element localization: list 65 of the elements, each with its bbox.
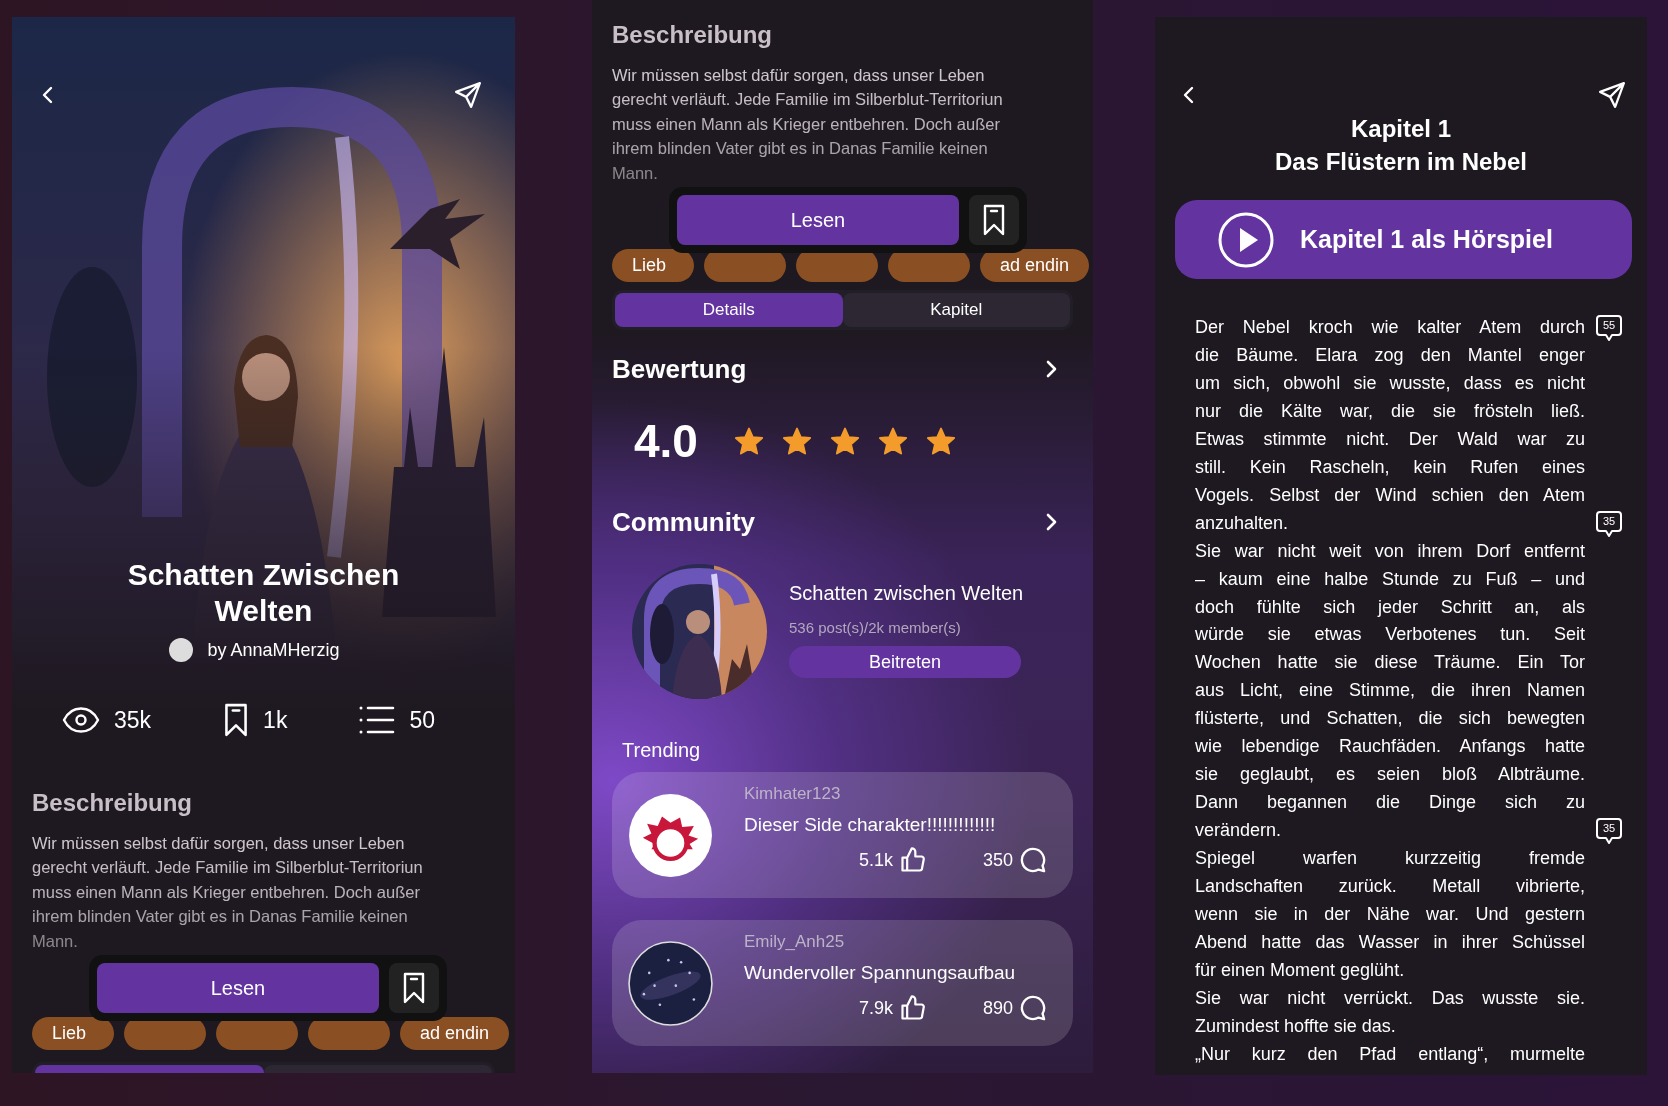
rating-score: 4.0 bbox=[634, 414, 698, 469]
section-heading: Bewertung bbox=[612, 353, 747, 385]
tab[interactable]: Kapitel bbox=[842, 293, 1070, 328]
avatar-icon bbox=[628, 792, 713, 878]
chapter-title: Das Flüstern im Nebel bbox=[1273, 147, 1529, 177]
post-text: Dieser Side charakter!!!!!!!!!!!!! bbox=[744, 814, 997, 837]
post-text: Wundervoller Spannungsaufbau bbox=[744, 962, 1017, 985]
bookmark-icon bbox=[982, 204, 1006, 236]
chapter-paragraph: Spiegel warfen kurzzeitig fremde Landschaften zurück. Metall vibrierte, wenn sie in der Nähe war. Und gestern Abend hatte das Wasser in ihrer Schüssel für einen Moment geglüht. bbox=[1195, 847, 1585, 982]
comment-count-badge[interactable]: 55 bbox=[1596, 315, 1622, 342]
comment-count-badge[interactable]: 35 bbox=[1596, 818, 1622, 846]
comment-icon[interactable] bbox=[1019, 846, 1047, 875]
bookmark-button[interactable] bbox=[969, 195, 1019, 245]
post-username: Emily_Anh25 bbox=[744, 932, 846, 953]
list-icon bbox=[359, 705, 396, 735]
community-stats: 536 post(s)/2k member(s) bbox=[789, 619, 961, 637]
post-card[interactable]: Emily_Anh25 Wundervoller Spannungsaufbau 7.9k 890 bbox=[612, 920, 1073, 1047]
section-heading: Beschreibung bbox=[612, 21, 774, 49]
play-icon bbox=[1218, 211, 1274, 268]
description-text: Wir müssen selbst dafür sorgen, dass unser Leben gerecht verläuft. Jede Familie im Silberblut-Territoriun muss einen Mann als Krieger entbehren. Doch außer ihrem blinden Vater gibt es in Danas Familie keinen Mann. bbox=[612, 65, 1004, 184]
star-icon bbox=[925, 426, 956, 457]
post-username: Kimhater123 bbox=[744, 784, 842, 805]
star-icon bbox=[733, 426, 764, 457]
bookmark-button[interactable] bbox=[389, 963, 439, 1013]
bookmark-icon bbox=[402, 972, 426, 1004]
thumbs-up-icon[interactable] bbox=[898, 994, 927, 1023]
thumbs-up-icon[interactable] bbox=[898, 846, 927, 875]
description-text: Wir müssen selbst dafür sorgen, dass unser Leben gerecht verläuft. Jede Familie im Silberblut-Territoriun muss einen Mann als Krieger entbehren. Doch außer ihrem blinden Vater gibt es in Danas Familie keinen Mann. bbox=[32, 833, 424, 952]
genre-tag: ad endin bbox=[400, 1017, 510, 1051]
section-heading: Beschreibung bbox=[32, 789, 194, 817]
genre-tag: Lieb bbox=[32, 1017, 114, 1051]
section-heading: Trending bbox=[622, 739, 702, 763]
tab[interactable]: Details bbox=[615, 293, 843, 328]
chapter-paragraph: Sie war nicht verrückt. Das wusste sie. Zumindest hoffte sie das. bbox=[1195, 986, 1585, 1038]
comment-count: 890 bbox=[982, 997, 1013, 1019]
like-count: 5.1k bbox=[858, 849, 893, 871]
chapter-paragraph: Sie war nicht weit von ihrem Dorf entfernt – kaum eine halbe Stunde zu Fuß – und doch fühlte sich jeder Schritt an, als würde sie etwas Verbotenes tun. Seit Wochen hatte sie diese Träume. Ein Tor aus Licht, eine Stimme, die ihren Namen flüsterte, und Schatten, die sich bewegten wie lebendige Rauchfäden. Anfangs hatte sie geglaubt, es seien bloß Albträume. Dann begannen die Dinge sich zu verändern. bbox=[1195, 539, 1585, 843]
star-icon bbox=[781, 426, 812, 457]
audio-play-button[interactable]: Kapitel 1 als Hörspiel bbox=[1175, 200, 1632, 279]
stat-count: 1k bbox=[263, 706, 288, 734]
like-count: 7.9k bbox=[858, 997, 893, 1019]
comment-count-badge[interactable]: 35 bbox=[1596, 510, 1622, 538]
author-name: by AnnaMHerzig bbox=[207, 639, 340, 661]
chapter-paragraph: Der Nebel kroch wie kalter Atem durch die Bäume. Elara zog den Mantel enger um sich, obwohl sie wusste, dass es nicht nur die Kälte war, die sie frösteln ließ. Etwas stimmte nicht. Der Wald war zu still. Kein Rascheln, kein Rufen eines Vogels. Selbst der Wind schien den Atem anzuhalten. bbox=[1195, 316, 1585, 535]
share-icon[interactable] bbox=[453, 80, 483, 110]
community-name: Schatten zwischen Welten bbox=[789, 582, 1024, 606]
book-title: Schatten Zwischen Welten bbox=[126, 557, 401, 629]
eye-icon bbox=[62, 706, 100, 734]
stat-count: 35k bbox=[114, 706, 152, 734]
comment-icon[interactable] bbox=[1019, 994, 1047, 1023]
genre-tag: ad endin bbox=[980, 249, 1090, 283]
read-button[interactable]: Lesen bbox=[677, 195, 959, 245]
section-heading: Community bbox=[612, 506, 755, 538]
bookmark-icon bbox=[223, 703, 250, 737]
comment-count: 350 bbox=[982, 849, 1013, 871]
share-icon[interactable] bbox=[1597, 80, 1627, 110]
stat-count: 50 bbox=[409, 706, 435, 734]
join-button[interactable]: Beitreten bbox=[789, 646, 1021, 679]
read-button[interactable]: Lesen bbox=[97, 963, 379, 1013]
star-icon bbox=[877, 426, 908, 457]
chapter-paragraph: „Nur kurz den Pfad entlang“, murmelte bbox=[1195, 1042, 1585, 1066]
star-icon bbox=[829, 426, 860, 457]
post-card[interactable]: Kimhater123 Dieser Side charakter!!!!!!!!!!!!! 5.1k 350 bbox=[612, 772, 1073, 899]
chapter-number: Kapitel 1 bbox=[1350, 114, 1452, 144]
genre-tag: Lieb bbox=[612, 249, 694, 283]
